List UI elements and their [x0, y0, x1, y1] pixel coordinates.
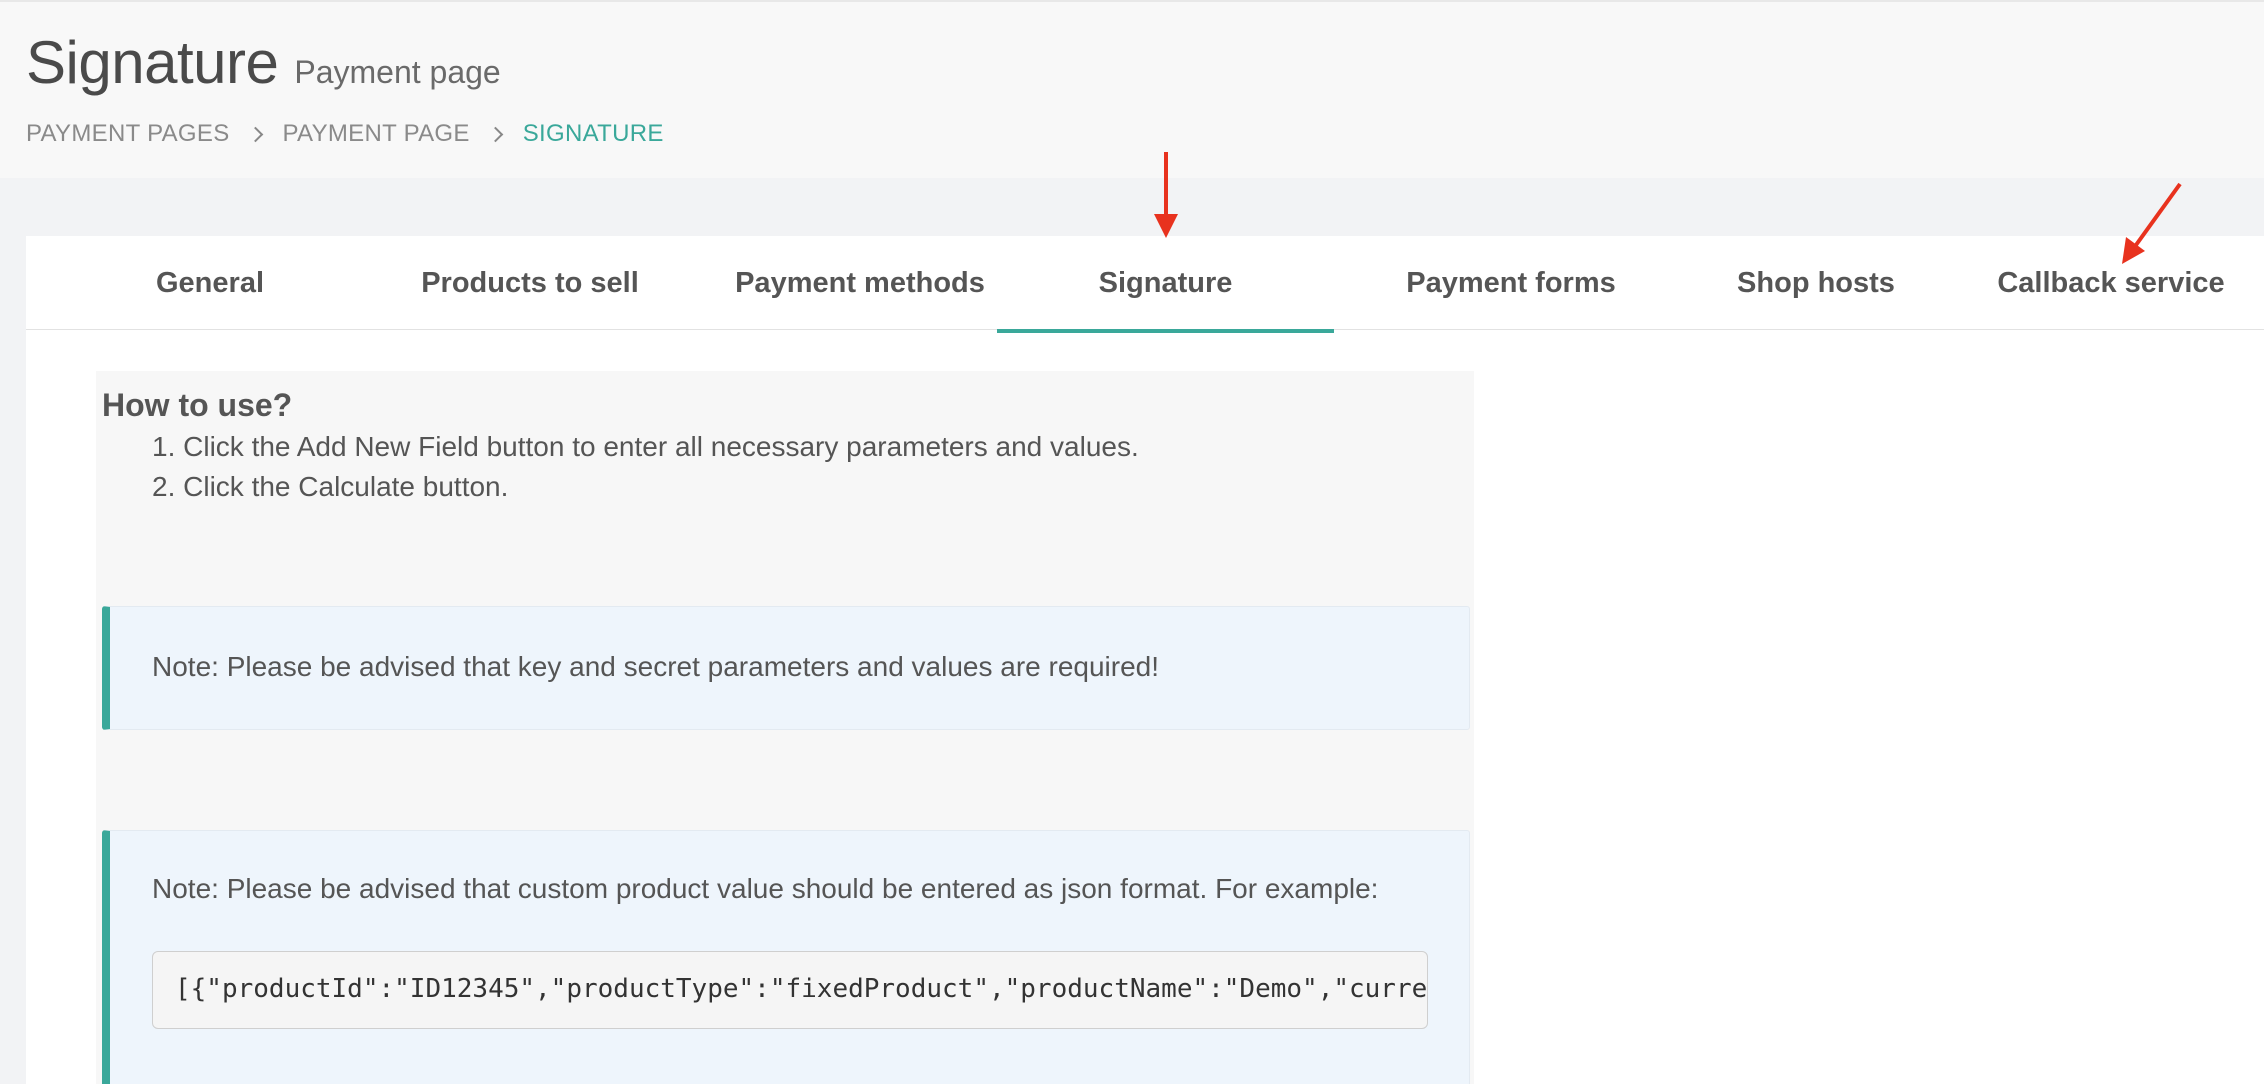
- step-item: 2. Click the Calculate button.: [152, 471, 509, 502]
- title-row: Signature Payment page: [26, 28, 501, 97]
- breadcrumb: PAYMENT PAGES PAYMENT PAGE SIGNATURE: [26, 120, 664, 148]
- json-format-note: Note: Please be advised that custom prod…: [102, 830, 1470, 1084]
- tab-shop-hosts[interactable]: Shop hosts: [1696, 236, 1936, 330]
- required-params-note-text: Note: Please be advised that key and sec…: [152, 651, 1160, 682]
- tab-payment-methods[interactable]: Payment methods: [698, 236, 1022, 330]
- step-item: 1. Click the Add New Field button to ent…: [152, 431, 1139, 462]
- how-to-use-heading: How to use?: [102, 387, 293, 423]
- tab-signature[interactable]: Signature: [997, 236, 1334, 333]
- json-example-code: [{"productId":"ID12345","productType":"f…: [175, 974, 1428, 1004]
- required-params-note: Note: Please be advised that key and sec…: [102, 606, 1470, 730]
- tab-general[interactable]: General: [80, 236, 340, 330]
- breadcrumb-payment-pages[interactable]: PAYMENT PAGES: [26, 120, 230, 148]
- content-card: General Products to sell Payment methods…: [26, 236, 2264, 1084]
- tab-bar: General Products to sell Payment methods…: [26, 236, 2264, 333]
- tab-callback-service[interactable]: Callback service: [1966, 236, 2256, 330]
- page-root: Signature Payment page PAYMENT PAGES PAY…: [0, 0, 2264, 1084]
- page-subtitle: Payment page: [294, 54, 501, 90]
- how-to-use-steps: 1. Click the Add New Field button to ent…: [152, 427, 1139, 507]
- json-format-note-text: Note: Please be advised that custom prod…: [152, 873, 1379, 904]
- chevron-right-icon: [487, 126, 503, 142]
- breadcrumb-payment-page[interactable]: PAYMENT PAGE: [283, 120, 470, 148]
- json-example-code-box[interactable]: [{"productId":"ID12345","productType":"f…: [152, 951, 1428, 1029]
- chevron-right-icon: [247, 126, 263, 142]
- how-to-use-panel: How to use? 1. Click the Add New Field b…: [96, 371, 1474, 1084]
- page-title: Signature: [26, 29, 279, 96]
- page-header: Signature Payment page PAYMENT PAGES PAY…: [0, 0, 2264, 178]
- breadcrumb-signature: SIGNATURE: [522, 120, 664, 147]
- tab-payment-forms[interactable]: Payment forms: [1366, 236, 1656, 330]
- tab-products-to-sell[interactable]: Products to sell: [370, 236, 690, 330]
